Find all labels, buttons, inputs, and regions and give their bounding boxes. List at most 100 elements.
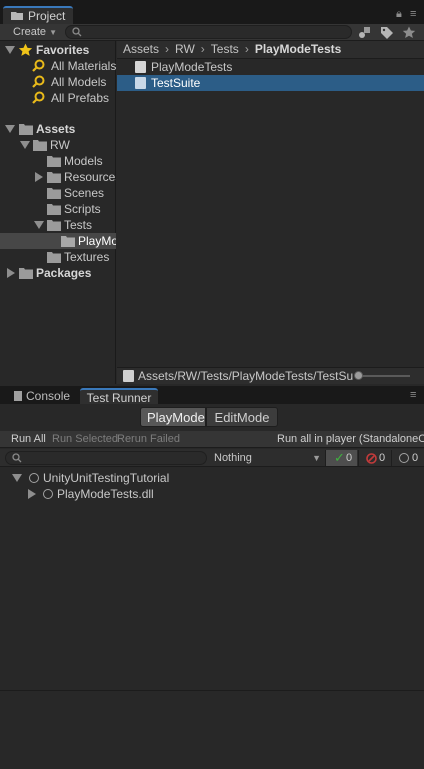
csharp-script-icon [123, 370, 134, 382]
assets-label: Assets [36, 122, 76, 136]
filter-by-type-icon[interactable] [358, 26, 372, 39]
expand-arrow-icon[interactable] [20, 141, 30, 149]
expand-arrow-icon[interactable] [5, 46, 15, 54]
rerun-failed-button[interactable]: Rerun Failed [117, 431, 180, 448]
details-pane-divider[interactable] [0, 690, 424, 691]
window-menu-icon[interactable]: ≡ [410, 8, 416, 20]
chevron-down-icon: ▼ [49, 28, 58, 37]
tree-item-assets[interactable]: Assets [0, 121, 116, 137]
folder-icon [47, 252, 61, 263]
tree-item-label: All Prefabs [51, 91, 110, 105]
tree-item-rw[interactable]: RW [0, 137, 116, 153]
tree-item-packages[interactable]: Packages [0, 265, 116, 281]
assembly-definition-icon [135, 61, 146, 73]
category-filter-value: Nothing [214, 452, 252, 464]
tree-item-models[interactable]: Models [0, 153, 116, 169]
run-all-in-player-button[interactable]: Run all in player (StandaloneOSX) [277, 431, 424, 448]
breadcrumb-item[interactable]: Tests [211, 42, 239, 56]
test-tree-item-root[interactable]: UnityUnitTestingTutorial [0, 470, 424, 486]
expand-arrow-icon[interactable] [7, 268, 15, 278]
failed-count: 0 [379, 452, 386, 464]
folder-icon [11, 12, 23, 20]
tree-item-label: All Models [51, 75, 107, 89]
tree-item-scripts[interactable]: Scripts [0, 201, 116, 217]
expand-arrow-icon[interactable] [35, 172, 43, 182]
run-toolbar: Run All Run Selected Rerun Failed Run al… [0, 431, 424, 448]
failed-filter-toggle[interactable]: 0 [358, 450, 390, 466]
run-selected-button[interactable]: Run Selected [52, 431, 118, 448]
test-tree-label: UnityUnitTestingTutorial [43, 471, 170, 485]
tree-item-favorites[interactable]: Favorites [0, 42, 116, 58]
tab-project-label: Project [28, 9, 66, 23]
breadcrumb-item[interactable]: RW [175, 42, 195, 56]
icon-size-slider-track[interactable] [358, 375, 410, 377]
expand-arrow-icon[interactable] [12, 474, 22, 482]
file-item-playmodetests[interactable]: PlayModeTests [117, 59, 424, 75]
tab-test-runner[interactable]: Test Runner [80, 388, 158, 405]
passed-filter-toggle[interactable]: ✓ 0 [325, 450, 357, 466]
tree-item-resources[interactable]: Resources [0, 169, 116, 185]
run-all-button[interactable]: Run All [11, 431, 46, 448]
tree-item-label: Scenes [64, 186, 105, 200]
favorite-star-icon[interactable] [402, 26, 416, 39]
star-icon [18, 43, 33, 56]
window-menu-icon[interactable]: ≡ [410, 389, 416, 401]
tree-item-all-materials[interactable]: All Materials [0, 58, 116, 74]
chevron-right-icon: › [244, 42, 249, 56]
tree-item-label: Models [64, 154, 103, 168]
editmode-button[interactable]: EditMode [206, 407, 278, 427]
tree-item-playmodetests[interactable]: PlayMo [0, 233, 116, 249]
tree-item-tests[interactable]: Tests [0, 217, 116, 233]
tab-console-label: Console [26, 389, 71, 403]
expand-arrow-icon[interactable] [28, 489, 36, 499]
test-search-input[interactable] [5, 451, 207, 465]
folder-icon [33, 140, 47, 151]
tree-item-label: Textures [64, 250, 110, 264]
tab-console[interactable]: Console [6, 388, 78, 404]
search-icon [32, 75, 45, 88]
test-runner-tab-bar: Console Test Runner ≡ [0, 386, 424, 405]
create-label: Create [13, 26, 47, 38]
folder-icon [47, 156, 61, 167]
tree-item-label: All Materials [51, 59, 116, 73]
test-filter-bar: Nothing ▼ ✓ 0 0 0 [0, 449, 424, 467]
breadcrumb: Assets › RW › Tests › PlayModeTests [117, 41, 424, 59]
project-search-input[interactable] [65, 25, 352, 39]
not-run-filter-toggle[interactable]: 0 [391, 450, 424, 466]
file-item-testsuite[interactable]: TestSuite [117, 75, 424, 91]
folder-icon [47, 220, 61, 231]
csharp-script-icon [135, 77, 146, 89]
breadcrumb-current[interactable]: PlayModeTests [255, 42, 341, 56]
filter-by-label-icon[interactable] [380, 26, 394, 39]
expand-arrow-icon[interactable] [34, 221, 44, 229]
lock-icon[interactable]: 🔒︎ [396, 8, 402, 21]
test-tree-item-assembly[interactable]: PlayModeTests.dll [0, 486, 424, 502]
tree-item-label: Resources [64, 170, 116, 184]
icon-size-slider-handle[interactable] [354, 371, 363, 380]
chevron-right-icon: › [165, 42, 170, 56]
failed-icon [366, 453, 377, 464]
expand-arrow-icon[interactable] [5, 125, 15, 133]
folder-icon [47, 204, 61, 215]
file-item-label: TestSuite [151, 76, 201, 90]
tree-item-label: Scripts [64, 202, 101, 216]
console-icon [14, 391, 22, 401]
tree-item-scenes[interactable]: Scenes [0, 185, 116, 201]
file-item-label: PlayModeTests [151, 60, 233, 74]
create-dropdown[interactable]: Create ▼ [5, 25, 57, 40]
tab-project[interactable]: Project [3, 6, 73, 24]
playmode-button[interactable]: PlayMode [140, 407, 206, 427]
tree-item-all-models[interactable]: All Models [0, 74, 116, 90]
tab-test-runner-label: Test Runner [86, 391, 152, 405]
tree-item-all-prefabs[interactable]: All Prefabs [0, 90, 116, 106]
category-filter-dropdown[interactable]: Nothing ▼ [211, 450, 323, 466]
packages-label: Packages [36, 266, 92, 280]
breadcrumb-item[interactable]: Assets [123, 42, 159, 56]
selected-asset-path-bar: Assets/RW/Tests/PlayModeTests/TestSu [117, 367, 424, 384]
tree-item-label: PlayMo [78, 234, 116, 248]
chevron-right-icon: › [200, 42, 205, 56]
not-run-icon [43, 489, 53, 499]
tree-item-textures[interactable]: Textures [0, 249, 116, 265]
search-icon [32, 59, 45, 72]
search-icon [72, 27, 82, 37]
